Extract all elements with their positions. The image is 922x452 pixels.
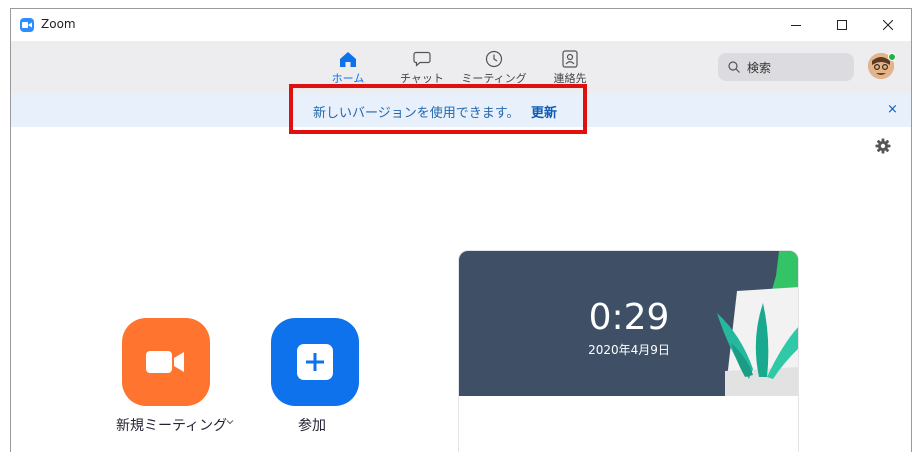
zoom-logo-icon bbox=[20, 18, 34, 32]
join-label: 参加 bbox=[298, 418, 326, 434]
search-icon bbox=[728, 61, 740, 73]
search-input[interactable]: 検索 bbox=[718, 53, 854, 81]
title-bar: Zoom bbox=[11, 9, 911, 41]
zoom-window: Zoom ホーム チャット ミーティング 連絡先 検索 新しいバージョンを使用で… bbox=[10, 8, 912, 452]
home-icon bbox=[340, 51, 356, 67]
new-meeting-label: 新規ミーティング bbox=[116, 418, 228, 434]
search-placeholder: 検索 bbox=[747, 61, 772, 75]
minimize-button[interactable] bbox=[773, 9, 819, 41]
maximize-button[interactable] bbox=[819, 9, 865, 41]
contacts-icon bbox=[562, 50, 578, 68]
window-title: Zoom bbox=[41, 17, 76, 31]
settings-gear-icon[interactable] bbox=[875, 138, 891, 158]
highlight-annotation-box bbox=[289, 84, 587, 134]
plant-illustration bbox=[717, 251, 798, 396]
join-meeting-button[interactable] bbox=[271, 318, 359, 406]
plus-icon bbox=[297, 344, 333, 380]
chevron-down-icon[interactable] bbox=[226, 419, 234, 425]
clock-card: 0:29 2020年4月9日 bbox=[458, 250, 799, 452]
clock-panel: 0:29 2020年4月9日 bbox=[459, 251, 798, 396]
chat-icon bbox=[413, 51, 431, 67]
close-button[interactable] bbox=[865, 9, 911, 41]
video-camera-icon bbox=[146, 351, 184, 373]
new-meeting-button[interactable] bbox=[122, 318, 210, 406]
clock-icon bbox=[485, 50, 503, 68]
banner-close-icon[interactable]: × bbox=[887, 102, 898, 117]
online-status-badge bbox=[888, 53, 896, 61]
